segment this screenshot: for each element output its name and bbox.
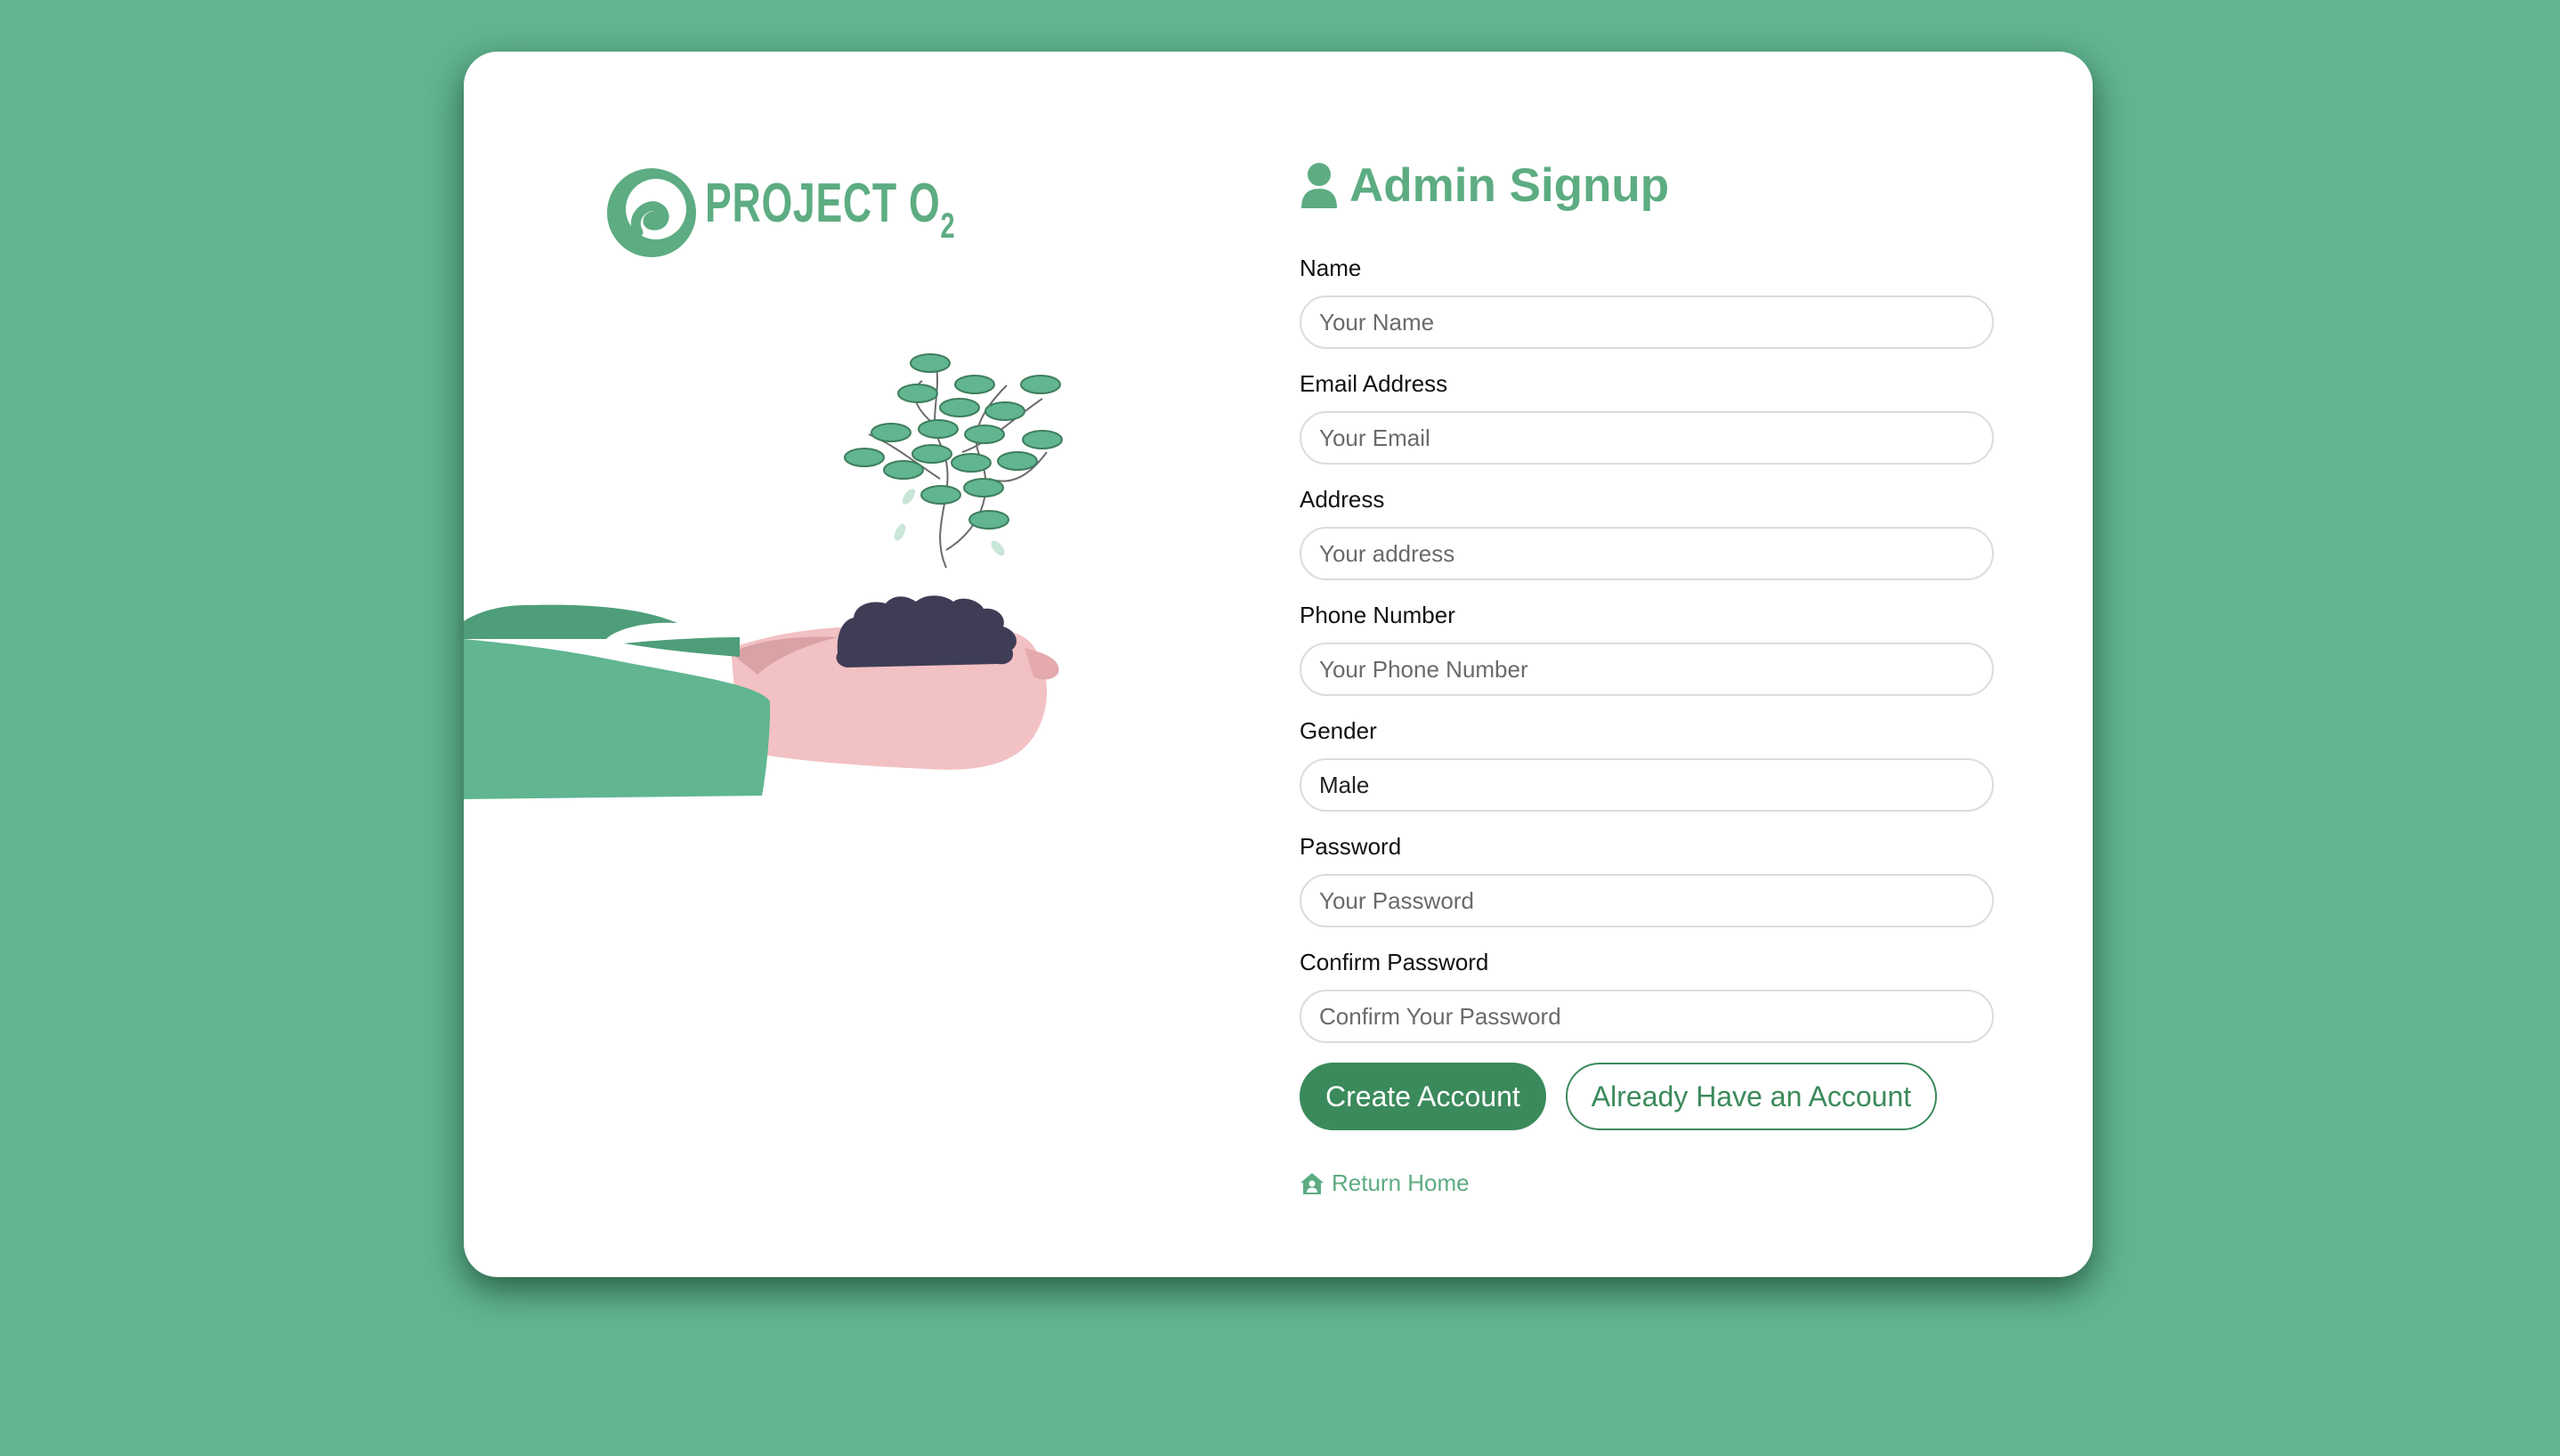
name-label: Name	[1300, 255, 1362, 281]
already-have-account-button[interactable]: Already Have an Account	[1565, 1063, 1938, 1130]
create-account-button[interactable]: Create Account	[1300, 1063, 1546, 1130]
signup-card: PROJECT O2 Admin Signup Name Your Name E…	[464, 52, 2093, 1277]
email-label: Email Address	[1300, 370, 1448, 397]
logo: PROJECT O2	[603, 163, 954, 265]
page-title-text: Admin Signup	[1349, 158, 1670, 212]
logo-icon	[607, 168, 696, 257]
house-user-icon	[1300, 1172, 1324, 1194]
email-input[interactable]	[1300, 411, 1994, 465]
password-label: Password	[1300, 833, 1402, 860]
return-home-label: Return Home	[1332, 1169, 1470, 1196]
return-home-link[interactable]: Return Home	[1300, 1169, 1470, 1197]
hand-plant-illustration	[464, 353, 1063, 799]
phone-label: Phone Number	[1300, 602, 1455, 628]
gender-select-value: Male	[1319, 771, 1370, 798]
logo-text: PROJECT O2	[705, 173, 956, 246]
signup-form: Admin Signup Name Email Address Address …	[1300, 150, 1994, 1197]
gender-label: Gender	[1300, 717, 1377, 744]
name-input[interactable]	[1300, 295, 1994, 349]
password-input[interactable]	[1300, 874, 1994, 927]
confirm-password-label: Confirm Password	[1300, 949, 1489, 975]
gender-select[interactable]: Male	[1300, 758, 1994, 812]
address-label: Address	[1300, 486, 1385, 513]
phone-input[interactable]	[1300, 643, 1994, 696]
confirm-password-input[interactable]	[1300, 990, 1994, 1043]
form-actions: Create Account Already Have an Account	[1300, 1063, 1994, 1130]
user-icon	[1301, 163, 1337, 208]
address-input[interactable]	[1300, 527, 1994, 580]
page-title: Admin Signup	[1300, 150, 1994, 221]
